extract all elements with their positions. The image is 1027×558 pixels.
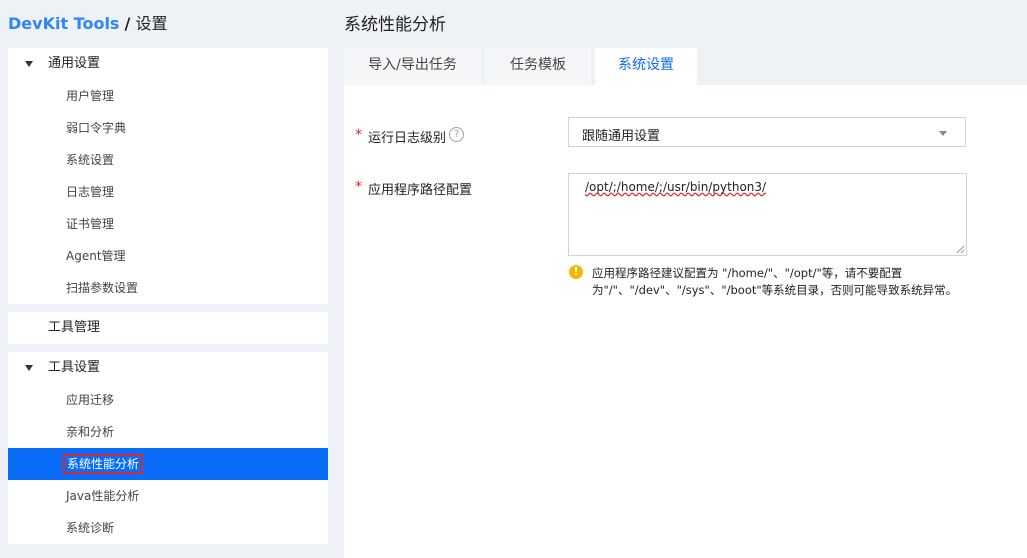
sidebar-item-label: 系统性能分析 — [62, 454, 144, 474]
sidebar-item-label: Java性能分析 — [66, 489, 140, 503]
chevron-down-icon — [939, 131, 947, 136]
sidebar-item-label: 弱口令字典 — [66, 121, 127, 135]
sidebar-item-label: 系统设置 — [66, 153, 115, 167]
caret-down-icon — [25, 61, 33, 67]
sidebar-group-tool-management: 工具管理 — [8, 312, 328, 344]
sidebar-item-app-migration[interactable]: 应用迁移 — [8, 384, 328, 416]
breadcrumb-current: 设置 — [135, 14, 168, 33]
app-path-warning-line-2: 为"/"、"/dev"、"/sys"、"/boot"等系统目录，否则可能导致系统… — [592, 283, 958, 297]
sidebar-item-system-performance-analysis[interactable]: 系统性能分析 — [8, 448, 328, 480]
required-mark: * — [355, 127, 362, 143]
resize-grip-icon[interactable] — [955, 244, 965, 254]
tab-task-templates[interactable]: 任务模板 — [485, 48, 591, 85]
log-level-select-value: 跟随通用设置 — [582, 129, 661, 144]
app-path-textarea[interactable]: /opt/;/home/;/usr/bin/python3/ — [568, 173, 967, 256]
sidebar-group-general-header[interactable]: 通用设置 — [8, 48, 328, 80]
sidebar-group-label: 工具设置 — [48, 360, 101, 375]
breadcrumb-app-link[interactable]: DevKit Tools — [8, 14, 119, 33]
sidebar-item-label: 扫描参数设置 — [66, 281, 139, 295]
sidebar-item-label: 用户管理 — [66, 89, 115, 103]
sidebar-item-system-settings[interactable]: 系统设置 — [8, 144, 328, 176]
sidebar-group-tool-settings-header[interactable]: 工具设置 — [8, 352, 328, 384]
log-level-select[interactable]: 跟随通用设置 — [568, 117, 966, 147]
sidebar-item-label: 亲和分析 — [66, 425, 115, 439]
sidebar-item-tool-management[interactable]: 工具管理 — [8, 312, 328, 344]
sidebar-item-label: Agent管理 — [66, 249, 126, 263]
tab-system-settings[interactable]: 系统设置 — [595, 48, 697, 85]
caret-down-icon — [25, 365, 33, 371]
breadcrumb-separator: / — [124, 14, 131, 33]
sidebar-group-label: 工具管理 — [48, 320, 101, 335]
settings-panel: * 运行日志级别 ? 跟随通用设置 * 应用程序路径配置 /opt/;/home… — [344, 85, 1027, 558]
sidebar-item-weak-password-dictionary[interactable]: 弱口令字典 — [8, 112, 328, 144]
page-title: 系统性能分析 — [344, 15, 446, 35]
warning-icon: ! — [569, 265, 583, 279]
breadcrumb: DevKit Tools / 设置 — [8, 10, 168, 34]
help-icon[interactable]: ? — [449, 127, 464, 142]
required-mark: * — [355, 179, 362, 195]
tab-import-export-tasks[interactable]: 导入/导出任务 — [344, 48, 481, 85]
sidebar-group-label: 通用设置 — [48, 56, 101, 71]
log-level-label: 运行日志级别 — [368, 131, 447, 146]
app-path-label: 应用程序路径配置 — [368, 183, 473, 198]
sidebar-item-label: 应用迁移 — [66, 393, 115, 407]
sidebar-item-agent-management[interactable]: Agent管理 — [8, 240, 328, 272]
sidebar-group-tool-settings: 工具设置 应用迁移 亲和分析 系统性能分析 Java性能分析 系统诊断 — [8, 352, 328, 544]
sidebar-item-scan-parameters[interactable]: 扫描参数设置 — [8, 272, 328, 304]
sidebar-item-java-performance-analysis[interactable]: Java性能分析 — [8, 480, 328, 512]
sidebar-item-system-diagnosis[interactable]: 系统诊断 — [8, 512, 328, 544]
sidebar-item-user-management[interactable]: 用户管理 — [8, 80, 328, 112]
sidebar-group-general: 通用设置 用户管理 弱口令字典 系统设置 日志管理 证书管理 Agent管理 扫… — [8, 48, 328, 304]
sidebar-item-certificate-management[interactable]: 证书管理 — [8, 208, 328, 240]
sidebar-item-label: 证书管理 — [66, 217, 115, 231]
sidebar-item-affinity-analysis[interactable]: 亲和分析 — [8, 416, 328, 448]
sidebar-item-label: 日志管理 — [66, 185, 115, 199]
sidebar-item-label: 系统诊断 — [66, 521, 115, 535]
sidebar-item-log-management[interactable]: 日志管理 — [8, 176, 328, 208]
app-path-warning-line-1: 应用程序路径建议配置为 "/home/"、"/opt/"等，请不要配置 — [592, 266, 903, 280]
